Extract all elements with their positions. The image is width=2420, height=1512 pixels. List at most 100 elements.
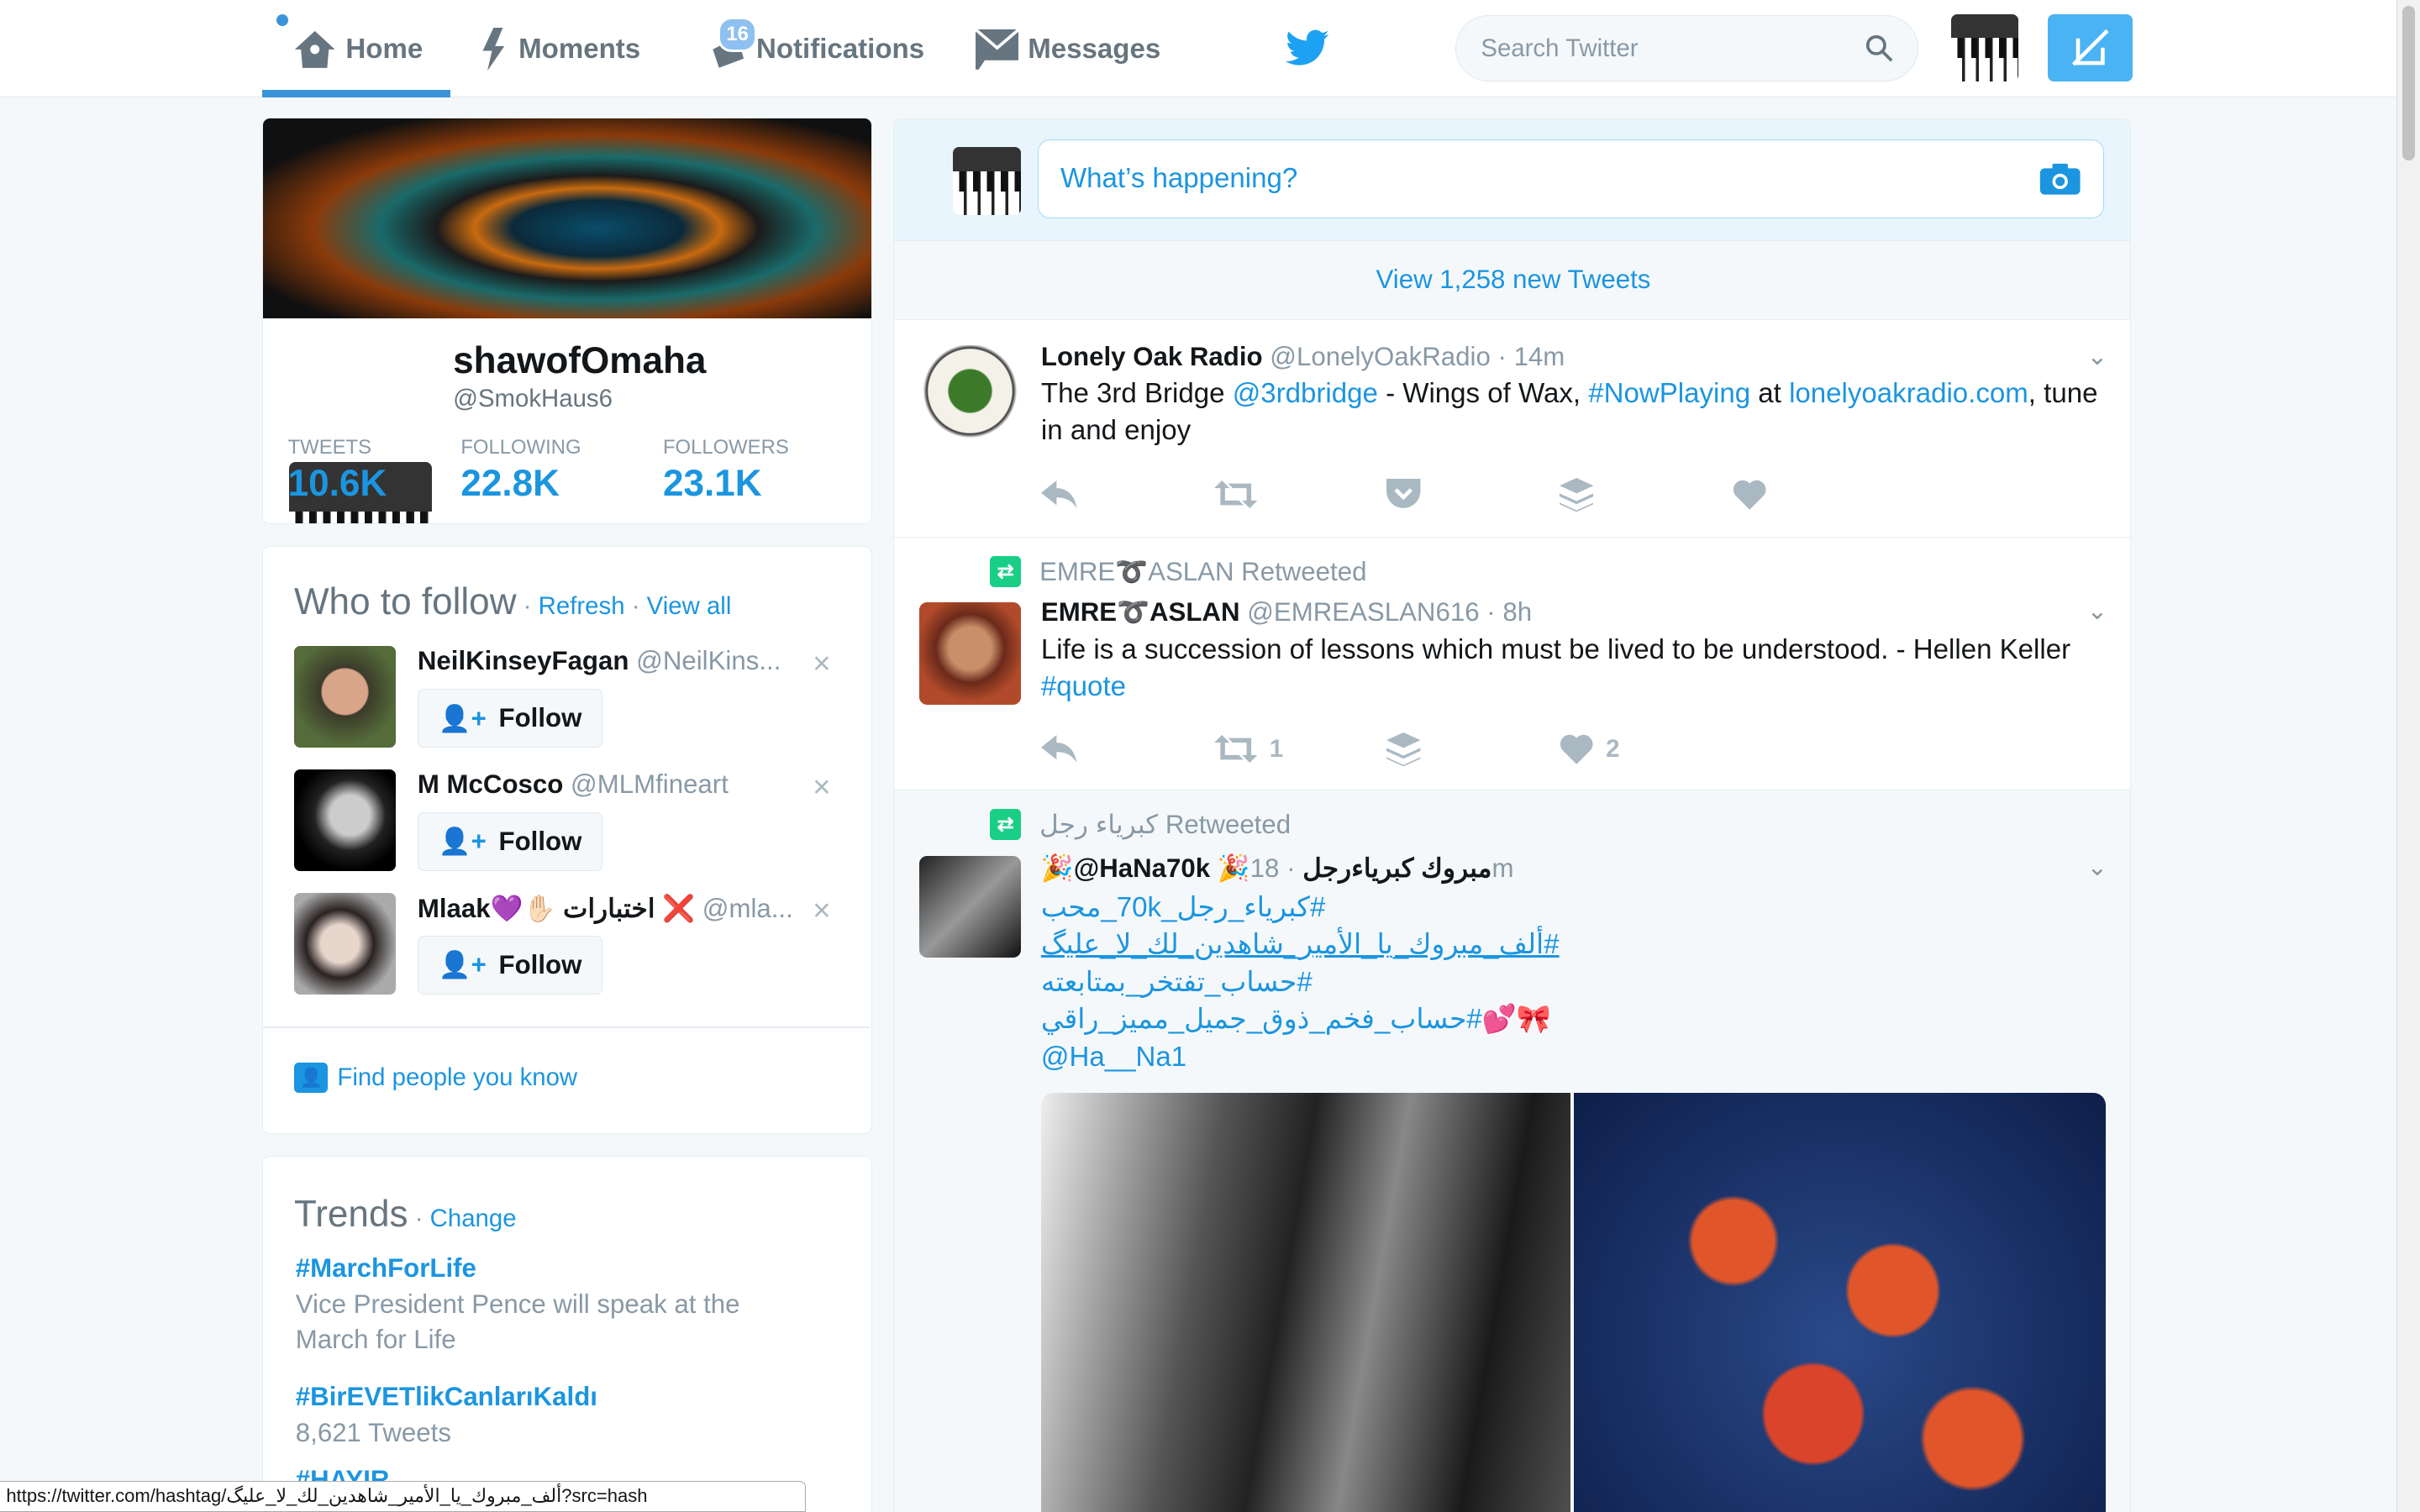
url-link[interactable]: lonelyoakradio.com	[1789, 378, 2028, 409]
retweet-button[interactable]: 1	[1213, 734, 1387, 764]
chevron-down-icon[interactable]: ⌄	[2086, 853, 2107, 882]
wtf-user: M McCosco @MLMfineart × 👤+ Follow	[293, 769, 850, 878]
reply-button[interactable]	[1040, 735, 1214, 764]
trend-description: Vice President Pence will speak at the M…	[295, 1289, 740, 1355]
tweet[interactable]: ⇄ EMRE➰ASLAN Retweeted EMRE➰ASLAN @EMREAS…	[894, 538, 2131, 791]
scrollbar-thumb[interactable]	[2402, 6, 2415, 160]
like-button[interactable]: 2	[1560, 733, 1733, 765]
user-name[interactable]: M McCosco	[418, 769, 563, 799]
camera-icon[interactable]	[2039, 162, 2081, 196]
retweet-count: 1	[1269, 734, 1284, 763]
new-tweets-bar[interactable]: View 1,258 new Tweets	[894, 239, 2131, 321]
tweet-avatar[interactable]	[918, 855, 1022, 958]
refresh-link[interactable]: Refresh	[539, 592, 625, 620]
profile-name[interactable]: shawofOmaha	[453, 340, 706, 382]
retweet-button[interactable]	[1213, 480, 1387, 509]
buffer-button[interactable]	[1560, 477, 1733, 512]
stat-label: TWEETS	[287, 435, 372, 459]
tweet-photo[interactable]	[1040, 1093, 1570, 1512]
follow-button[interactable]: 👤+ Follow	[417, 936, 603, 995]
hashtag-link[interactable]: #ألف_مبروك_يا_الأمير_شاهدين_لك_لا_عليگ	[1041, 927, 1560, 963]
hashtag-link[interactable]: #كبرياء_رجل_70k_محب	[1041, 890, 1325, 927]
scrollbar[interactable]	[2396, 0, 2420, 1512]
search-icon[interactable]	[1865, 34, 1893, 62]
dismiss-icon[interactable]: ×	[813, 646, 830, 681]
user-handle[interactable]: @mla...	[702, 894, 793, 923]
user-avatar[interactable]	[293, 769, 397, 871]
tweet-photo[interactable]	[1573, 1093, 2107, 1512]
retweeted-by[interactable]: EMRE➰ASLAN Retweeted	[1039, 556, 1366, 587]
user-avatar[interactable]	[293, 645, 397, 748]
twitter-bird-logo[interactable]	[1285, 29, 1329, 66]
retweet-icon	[1213, 735, 1258, 764]
tweet-time[interactable]: · 14m	[1498, 342, 1565, 371]
tweet-avatar[interactable]	[918, 602, 1022, 705]
dismiss-icon[interactable]: ×	[813, 769, 830, 805]
mention-link[interactable]: @Ha__Na1	[1041, 1039, 1186, 1076]
tweet[interactable]: ⇄ كبرياء رجل Retweeted 🎉@HaNa70k 🎉مبروك ك…	[894, 790, 2131, 1512]
trend-item[interactable]: #BirEVETlikCanlarıKaldı 8,621 Tweets	[296, 1382, 805, 1451]
view-all-link[interactable]: View all	[647, 592, 732, 620]
retweet-indicator-icon: ⇄	[990, 556, 1022, 588]
trend-tag[interactable]: #MarchForLife	[296, 1253, 805, 1284]
buffer-button[interactable]	[1386, 732, 1560, 766]
follow-label: Follow	[498, 826, 582, 856]
compose-input[interactable]: What’s happening?	[1038, 139, 2105, 218]
user-handle[interactable]: @MLMfineart	[571, 769, 729, 799]
lightning-icon	[482, 28, 505, 71]
tweet-time[interactable]: · 8h	[1486, 597, 1532, 627]
nav-messages[interactable]: Messages	[975, 22, 1160, 77]
trends-title: Trends	[293, 1193, 408, 1235]
follow-label: Follow	[498, 703, 582, 733]
compose-placeholder: What’s happening?	[1060, 163, 1298, 195]
mention-link[interactable]: @3rdbridge	[1233, 378, 1378, 409]
tweet-author-handle[interactable]: @LonelyOakRadio	[1270, 342, 1491, 371]
change-link[interactable]: Change	[430, 1205, 517, 1232]
hashtag-link[interactable]: #حساب_تفتخر_بمتابعته	[1041, 964, 1313, 1001]
nav-moments[interactable]: Moments	[478, 22, 640, 77]
heart-icon	[1733, 480, 1766, 511]
stat-value: 22.8K	[460, 462, 560, 504]
hashtag-link[interactable]: #quote	[1041, 671, 1126, 702]
tweet[interactable]: Lonely Oak Radio @LonelyOakRadio · 14m ⌄…	[894, 320, 2131, 538]
pocket-button[interactable]	[1386, 479, 1560, 510]
stat-tweets[interactable]: TWEETS 10.6K	[288, 436, 387, 505]
contacts-icon: 👤	[293, 1062, 329, 1094]
chevron-down-icon[interactable]: ⌄	[2086, 342, 2107, 371]
tweet-avatar[interactable]	[918, 344, 1022, 447]
nav-moments-label: Moments	[518, 33, 641, 65]
nav-home[interactable]: Home	[293, 22, 423, 77]
tweet-text: The 3rd Bridge @3rdbridge - Wings of Wax…	[1041, 375, 2106, 449]
like-button[interactable]	[1733, 479, 1906, 511]
hashtag-link[interactable]: 🎀💕#حساب_فخم_ذوق_جميل_مميز_راقي	[1041, 1001, 1551, 1038]
trend-item[interactable]: #MarchForLife Vice President Pence will …	[296, 1253, 805, 1357]
tweet-author-name[interactable]: EMRE➰ASLAN	[1041, 597, 1240, 627]
stat-label: FOLLOWING	[460, 435, 581, 459]
user-name[interactable]: NeilKinseyFagan	[418, 646, 629, 675]
profile-banner[interactable]	[263, 118, 871, 319]
user-avatar[interactable]	[293, 892, 397, 995]
tweet-author-name[interactable]: Lonely Oak Radio	[1041, 342, 1263, 371]
timeline: What’s happening? View 1,258 new Tweets …	[893, 118, 2132, 1512]
dismiss-icon[interactable]: ×	[813, 893, 830, 928]
find-people-link[interactable]: 👤 Find people you know	[293, 1062, 577, 1094]
profile-handle[interactable]: @SmokHaus6	[453, 385, 613, 413]
user-avatar-menu[interactable]	[1950, 13, 2019, 82]
chevron-down-icon[interactable]: ⌄	[2086, 596, 2107, 626]
add-user-icon: 👤+	[438, 950, 487, 980]
stat-followers[interactable]: FOLLOWERS 23.1K	[663, 436, 789, 505]
retweeted-by[interactable]: كبرياء رجل Retweeted	[1039, 810, 1291, 840]
follow-button[interactable]: 👤+ Follow	[417, 812, 603, 871]
user-handle[interactable]: @NeilKins...	[636, 646, 781, 675]
hashtag-link[interactable]: #NowPlaying	[1588, 378, 1750, 409]
stat-following[interactable]: FOLLOWING 22.8K	[460, 436, 581, 505]
reply-button[interactable]	[1040, 480, 1214, 509]
trend-tag[interactable]: #BirEVETlikCanlarıKaldı	[296, 1382, 805, 1412]
compose-tweet-button[interactable]	[2048, 13, 2133, 82]
quill-icon	[2071, 29, 2109, 66]
tweet-author-handle[interactable]: @EMREASLAN616	[1247, 597, 1479, 627]
user-name[interactable]: Mlaak💜✋🏻 اختبارات ❌	[418, 894, 695, 923]
follow-button[interactable]: 👤+ Follow	[417, 689, 603, 748]
search-input[interactable]: Search Twitter	[1455, 15, 1918, 82]
home-icon	[294, 30, 335, 68]
